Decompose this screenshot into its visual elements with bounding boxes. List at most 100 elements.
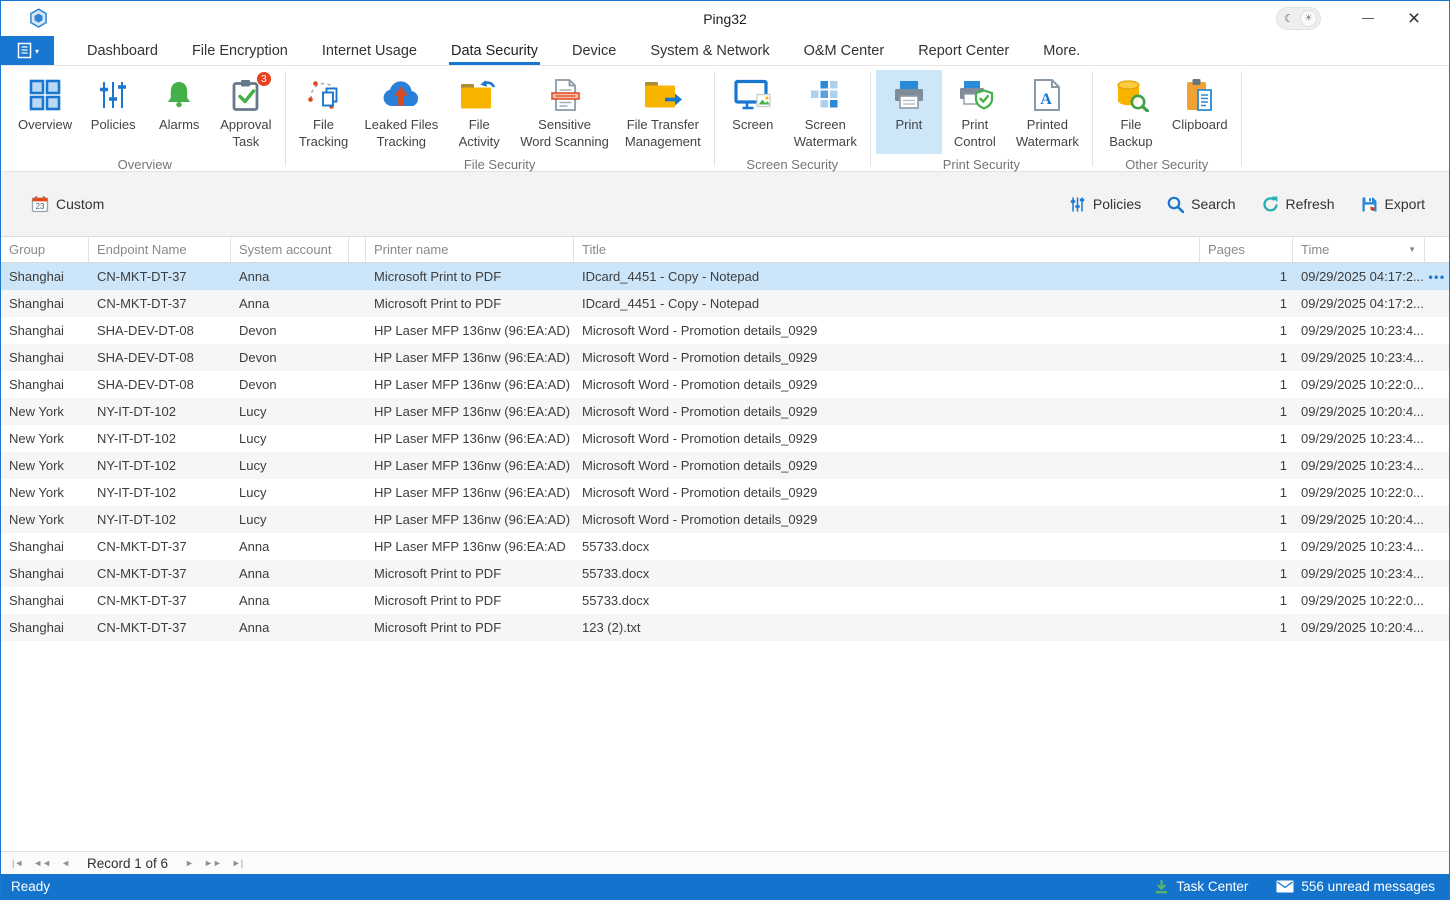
ribbon-item-label: Print (895, 117, 922, 134)
ribbon-item-policies[interactable]: Policies (80, 70, 146, 154)
cell-endpoint-name: NY-IT-DT-102 (89, 479, 231, 506)
task-center-button[interactable]: Task Center (1154, 879, 1248, 894)
unread-messages-button[interactable]: 556 unread messages (1276, 879, 1435, 894)
table-row[interactable]: New YorkNY-IT-DT-102LucyHP Laser MFP 136… (1, 452, 1449, 479)
printer-shield-icon (956, 76, 994, 114)
sliders-icon (1069, 196, 1086, 213)
ribbon-item-printed-watermark[interactable]: APrinted Watermark (1008, 70, 1087, 154)
refresh-button[interactable]: Refresh (1262, 196, 1335, 213)
cell-printer-name: HP Laser MFP 136nw (96:EA:AD) (366, 425, 574, 452)
column-header-endpoint-name[interactable]: Endpoint Name (89, 237, 231, 262)
table-row[interactable]: ShanghaiSHA-DEV-DT-08DevonHP Laser MFP 1… (1, 344, 1449, 371)
ribbon-item-print-control[interactable]: Print Control (942, 70, 1008, 154)
column-header-title[interactable]: Title (574, 237, 1200, 262)
table-row[interactable]: ShanghaiCN-MKT-DT-37AnnaMicrosoft Print … (1, 290, 1449, 317)
export-button[interactable]: Export (1361, 196, 1425, 213)
cell-printer-name: HP Laser MFP 136nw (96:EA:AD) (366, 371, 574, 398)
table-row[interactable]: New YorkNY-IT-DT-102LucyHP Laser MFP 136… (1, 398, 1449, 425)
table-row[interactable]: ShanghaiSHA-DEV-DT-08DevonHP Laser MFP 1… (1, 371, 1449, 398)
cell-system-account: Anna (231, 533, 349, 560)
table-row[interactable]: ShanghaiCN-MKT-DT-37AnnaHP Laser MFP 136… (1, 533, 1449, 560)
file-transfer-folder-icon (643, 76, 683, 114)
cell-title: Microsoft Word - Promotion details_0929 (574, 371, 1200, 398)
nav-prev-page-button[interactable]: ◄◄ (28, 858, 56, 868)
column-header-group[interactable]: Group (1, 237, 89, 262)
cell-title: Microsoft Word - Promotion details_0929 (574, 479, 1200, 506)
cell-printer-name: Microsoft Print to PDF (366, 614, 574, 641)
cell-pages: 1 (1200, 398, 1293, 425)
cell-group: Shanghai (1, 290, 89, 317)
column-header-pages[interactable]: Pages (1200, 237, 1293, 262)
sensitive-word-doc-icon (549, 76, 581, 114)
ribbon-item-leaked-files-tracking[interactable]: Leaked Files Tracking (357, 70, 447, 154)
moon-icon[interactable]: ☾ (1280, 12, 1298, 25)
file-activity-folder-icon (459, 76, 499, 114)
theme-toggle[interactable]: ☾ ☀ (1276, 7, 1321, 30)
table-row[interactable]: New YorkNY-IT-DT-102LucyHP Laser MFP 136… (1, 425, 1449, 452)
cell-actions: ••• (1425, 263, 1449, 290)
table-row[interactable]: ShanghaiCN-MKT-DT-37AnnaMicrosoft Print … (1, 614, 1449, 641)
minimize-button[interactable] (1345, 2, 1391, 35)
ribbon-item-screen[interactable]: Screen (720, 70, 786, 154)
table-row[interactable]: ShanghaiCN-MKT-DT-37AnnaMicrosoft Print … (1, 263, 1449, 290)
time-sort-dropdown-icon[interactable]: ▼ (1404, 245, 1416, 254)
ribbon-item-file-activity[interactable]: File Activity (446, 70, 512, 154)
ribbon-item-screen-watermark[interactable]: Screen Watermark (786, 70, 865, 154)
clipboard-doc-icon (1184, 76, 1216, 114)
nav-next-page-button[interactable]: ►► (199, 858, 227, 868)
cell-printer-name: HP Laser MFP 136nw (96:EA:AD) (366, 479, 574, 506)
search-label: Search (1191, 196, 1235, 212)
table-row[interactable]: New YorkNY-IT-DT-102LucyHP Laser MFP 136… (1, 479, 1449, 506)
policies-button[interactable]: Policies (1069, 196, 1141, 213)
tab-internet-usage[interactable]: Internet Usage (305, 36, 434, 65)
cell-actions (1425, 479, 1449, 506)
printed-watermark-doc-icon: A (1032, 76, 1062, 114)
cell-time: 09/29/2025 10:23:4... (1293, 533, 1425, 560)
cell-time: 09/29/2025 10:20:4... (1293, 398, 1425, 425)
nav-prev-record-button[interactable]: ◄ (56, 858, 75, 868)
refresh-label: Refresh (1286, 196, 1335, 212)
ribbon-item-label: Approval Task (220, 117, 271, 150)
cell-group: Shanghai (1, 317, 89, 344)
ribbon-item-file-backup[interactable]: File Backup (1098, 70, 1164, 154)
tab-report-center[interactable]: Report Center (901, 36, 1026, 65)
table-row[interactable]: New YorkNY-IT-DT-102LucyHP Laser MFP 136… (1, 506, 1449, 533)
row-actions-ellipsis-button[interactable]: ••• (1428, 270, 1445, 284)
cell-printer-name: HP Laser MFP 136nw (96:EA:AD) (366, 452, 574, 479)
search-button[interactable]: Search (1167, 196, 1235, 213)
cell-system-account: Lucy (231, 479, 349, 506)
tab-file-encryption[interactable]: File Encryption (175, 36, 305, 65)
tab-o-m-center[interactable]: O&M Center (787, 36, 902, 65)
tab-device[interactable]: Device (555, 36, 633, 65)
ribbon-item-file-tracking[interactable]: File Tracking (291, 70, 357, 154)
sun-icon[interactable]: ☀ (1300, 10, 1317, 27)
statusbar-right: Task Center 556 unread messages (1154, 879, 1439, 894)
tab-dashboard[interactable]: Dashboard (70, 36, 175, 65)
approval-clipboard-icon: 3 (229, 76, 263, 114)
ribbon-item-file-transfer-management[interactable]: File Transfer Management (617, 70, 709, 154)
tab-system-network[interactable]: System & Network (633, 36, 786, 65)
table-row[interactable]: ShanghaiCN-MKT-DT-37AnnaMicrosoft Print … (1, 587, 1449, 614)
cell-time: 09/29/2025 10:20:4... (1293, 506, 1425, 533)
ribbon-item-alarms[interactable]: Alarms (146, 70, 212, 154)
table-row[interactable]: ShanghaiSHA-DEV-DT-08DevonHP Laser MFP 1… (1, 317, 1449, 344)
cell-group: Shanghai (1, 263, 89, 290)
table-row[interactable]: ShanghaiCN-MKT-DT-37AnnaMicrosoft Print … (1, 560, 1449, 587)
ribbon-item-print[interactable]: Print (876, 70, 942, 154)
tab-more[interactable]: More. (1026, 36, 1097, 65)
ribbon-item-approval-task[interactable]: 3Approval Task (212, 70, 279, 154)
ribbon-item-sensitive-word-scanning[interactable]: Sensitive Word Scanning (512, 70, 617, 154)
ribbon-item-clipboard[interactable]: Clipboard (1164, 70, 1236, 154)
column-header-system-account[interactable]: System account (231, 237, 349, 262)
nav-last-record-button[interactable]: ►| (227, 858, 248, 868)
nav-first-record-button[interactable]: |◄ (7, 858, 28, 868)
nav-next-record-button[interactable]: ► (180, 858, 199, 868)
custom-date-button[interactable]: 23 Custom (31, 195, 104, 213)
column-header-printer-name[interactable]: Printer name (366, 237, 574, 262)
ribbon-item-overview[interactable]: Overview (10, 70, 80, 154)
app-menu-button[interactable]: ▾ (1, 36, 54, 65)
tab-data-security[interactable]: Data Security (434, 36, 555, 65)
screen-monitor-icon (734, 76, 772, 114)
close-button[interactable]: × (1391, 2, 1437, 35)
column-header-time[interactable]: Time▼ (1293, 237, 1425, 262)
